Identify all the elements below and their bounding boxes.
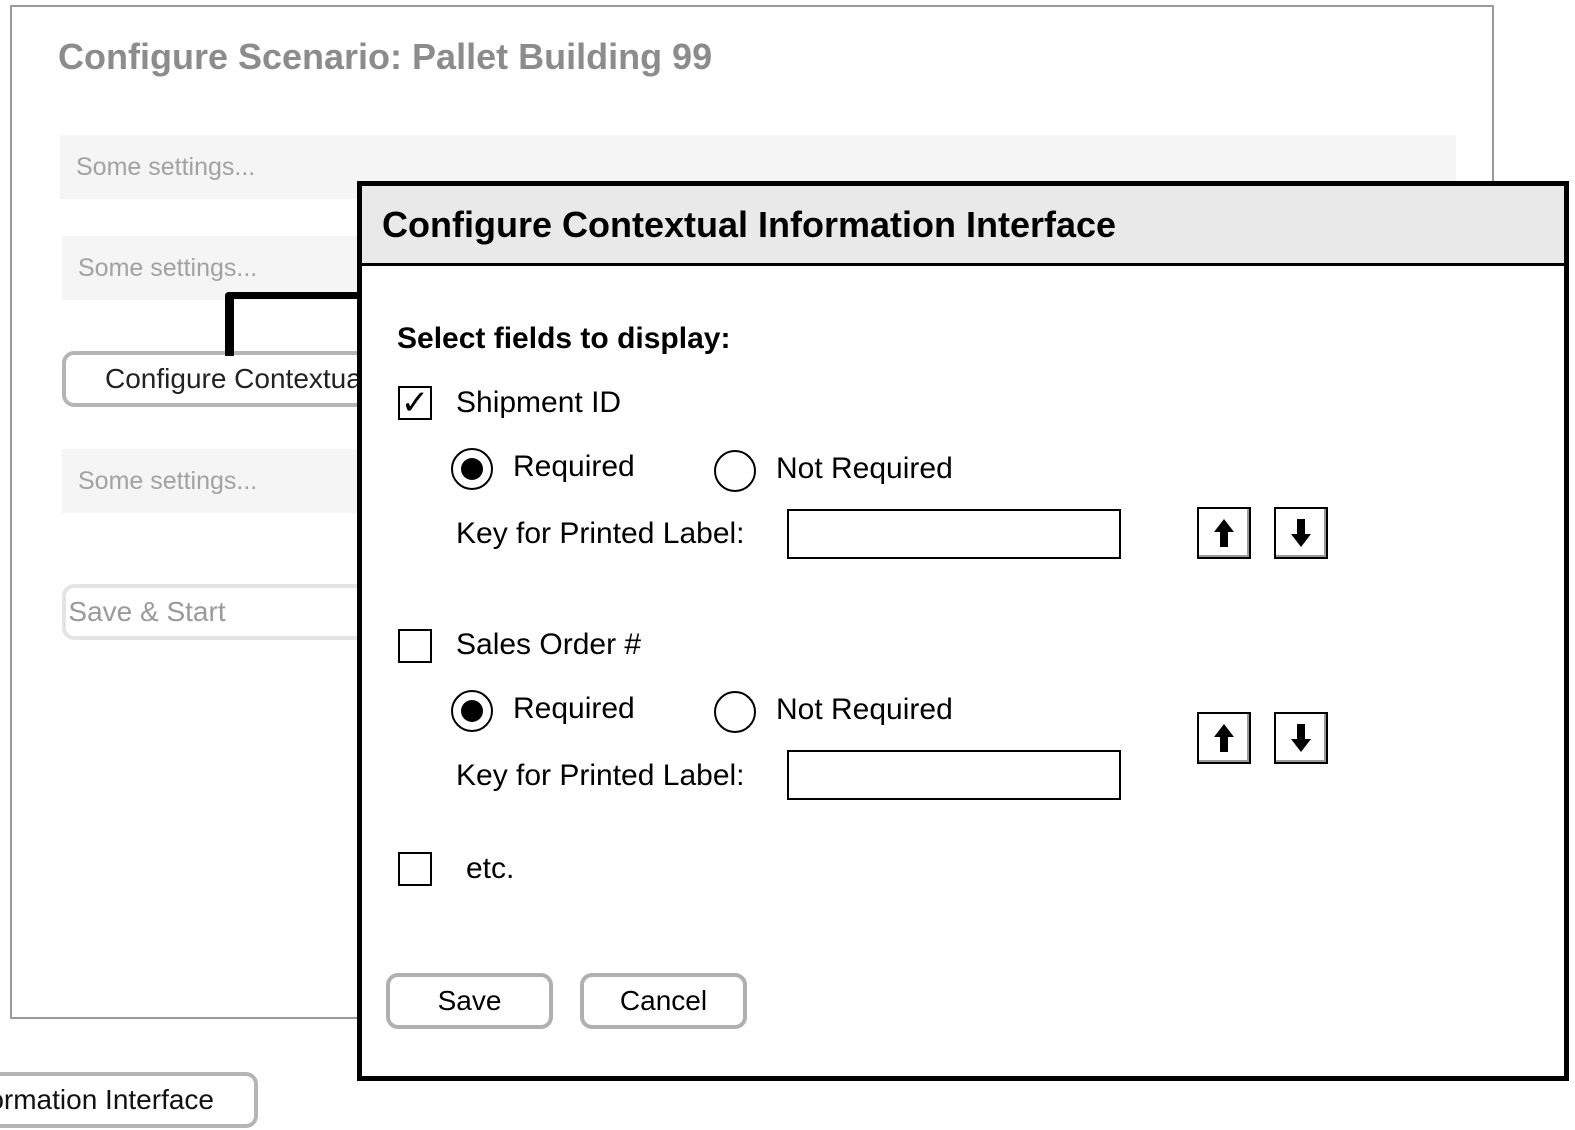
shipment-id-not-required-radio[interactable]: [714, 450, 756, 492]
sales-order-key-input[interactable]: [787, 750, 1121, 800]
sales-order-required-radio[interactable]: [451, 690, 493, 732]
contextual-info-dialog: Configure Contextual Information Interfa…: [357, 181, 1569, 1081]
save-button-label: Save: [437, 985, 502, 1016]
not-required-label: Not Required: [776, 452, 953, 485]
required-label: Required: [513, 692, 635, 725]
shipment-id-move-down-button[interactable]: [1274, 507, 1328, 559]
callout-connector-line: [225, 292, 375, 356]
required-label: Required: [513, 450, 635, 483]
configure-contextual-button-label: Configure Contextual Information Interfa…: [105, 363, 378, 394]
save-start-button-label: Save & Start: [68, 596, 226, 627]
shipment-id-required-radio[interactable]: [451, 448, 493, 490]
cancel-button[interactable]: Cancel: [580, 973, 747, 1029]
settings-row-3[interactable]: Some settings...: [62, 449, 362, 513]
shipment-id-key-input[interactable]: [787, 509, 1121, 559]
sales-order-checkbox[interactable]: [398, 629, 432, 663]
sales-order-move-up-button[interactable]: [1197, 712, 1251, 764]
not-required-label: Not Required: [776, 693, 953, 726]
arrow-down-icon: [1291, 519, 1311, 547]
arrow-up-icon: [1214, 724, 1234, 752]
dialog-title: Configure Contextual Information Interfa…: [382, 203, 1117, 245]
shipment-id-move-up-button[interactable]: [1197, 507, 1251, 559]
key-printed-label-label: Key for Printed Label:: [456, 517, 745, 550]
settings-row-label: Some settings...: [78, 253, 258, 282]
checkmark-icon: ✓: [400, 384, 430, 422]
settings-row-label: Some settings...: [78, 466, 258, 495]
bottom-configure-tab[interactable]: Configure Contextual Information Interfa…: [0, 1072, 258, 1128]
arrow-down-icon: [1291, 724, 1311, 752]
bottom-configure-tab-label: Configure Contextual Information Interfa…: [0, 1084, 214, 1115]
scenario-title: Configure Scenario: Pallet Building 99: [58, 36, 713, 77]
sales-order-label: Sales Order #: [456, 628, 642, 661]
select-fields-label: Select fields to display:: [397, 322, 731, 355]
sales-order-move-down-button[interactable]: [1274, 712, 1328, 764]
settings-row-2[interactable]: Some settings...: [62, 236, 362, 300]
etc-checkbox[interactable]: [398, 852, 432, 886]
arrow-up-icon: [1214, 519, 1234, 547]
settings-row-label: Some settings...: [76, 152, 256, 181]
shipment-id-label: Shipment ID: [456, 386, 622, 419]
cancel-button-label: Cancel: [619, 985, 708, 1016]
dialog-header: Configure Contextual Information Interfa…: [362, 186, 1564, 266]
configure-contextual-button[interactable]: Configure Contextual Information Interfa…: [62, 351, 382, 407]
etc-label: etc.: [466, 852, 515, 885]
key-printed-label-label: Key for Printed Label:: [456, 759, 745, 792]
sales-order-not-required-radio[interactable]: [714, 691, 756, 733]
save-start-button[interactable]: Save & Start: [62, 584, 382, 640]
save-button[interactable]: Save: [386, 973, 553, 1029]
shipment-id-checkbox[interactable]: ✓: [398, 386, 432, 420]
